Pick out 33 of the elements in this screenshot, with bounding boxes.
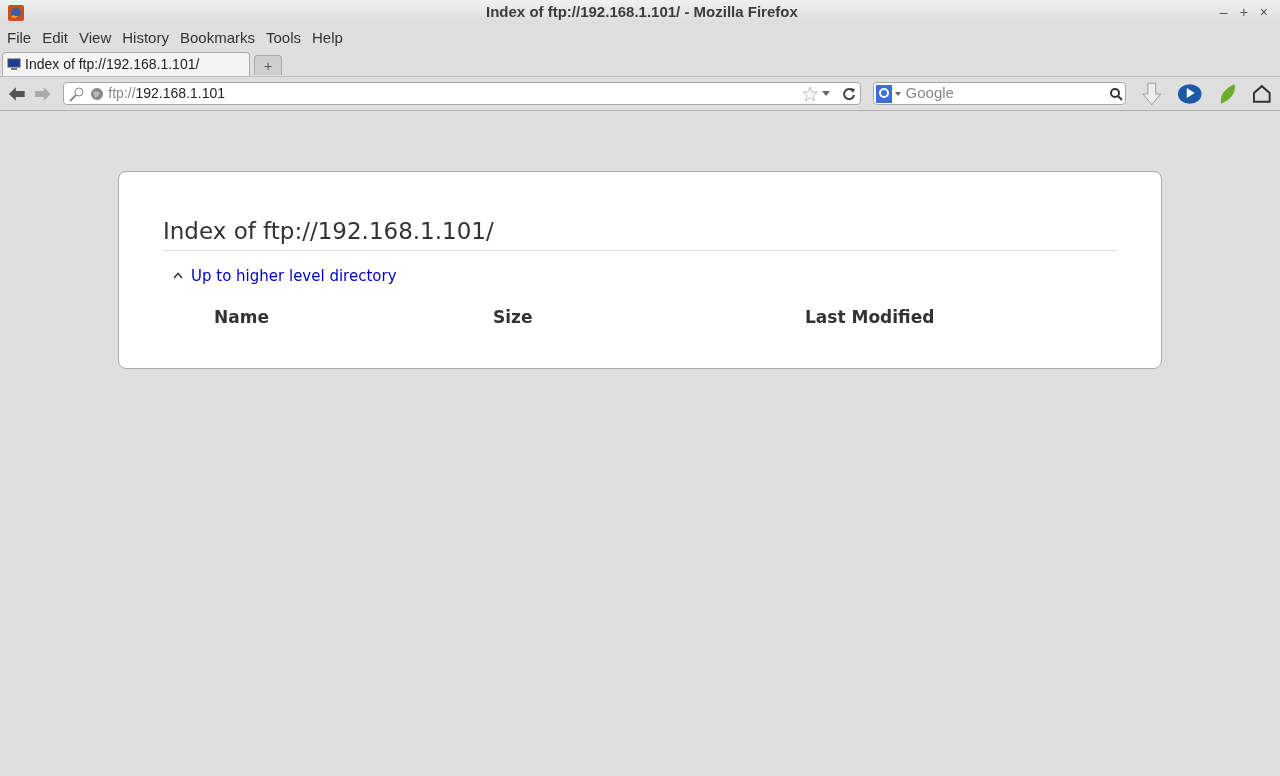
menu-item[interactable]: Tools bbox=[263, 26, 304, 50]
search-box[interactable]: Google bbox=[872, 82, 1126, 105]
back-arrow-icon[interactable] bbox=[8, 85, 26, 102]
search-icon[interactable] bbox=[1108, 86, 1123, 101]
new-tab-button[interactable]: + bbox=[254, 55, 282, 75]
caret-icon bbox=[173, 272, 183, 280]
reload-icon[interactable] bbox=[841, 86, 856, 101]
menu-item[interactable]: Bookmarks bbox=[176, 26, 258, 50]
star-icon[interactable] bbox=[801, 85, 818, 102]
column-header: Size bbox=[493, 306, 534, 329]
search-engine-icon[interactable] bbox=[875, 84, 902, 103]
play-icon[interactable] bbox=[1177, 81, 1203, 106]
menu-item[interactable]: File bbox=[4, 26, 35, 50]
search-field[interactable]: Google bbox=[905, 82, 1105, 105]
window-control[interactable]: + bbox=[1239, 2, 1248, 23]
menu-item[interactable]: Help bbox=[309, 26, 346, 50]
window-control[interactable]: × bbox=[1259, 2, 1268, 23]
up-directory-link[interactable]: Up to higher level directory bbox=[173, 264, 397, 287]
browser-tab[interactable]: Index of ftp://192.168.1.101/ bbox=[2, 52, 250, 76]
menu-item[interactable]: History bbox=[119, 26, 172, 50]
column-header: Last Modified bbox=[805, 306, 935, 329]
menu-item[interactable]: Edit bbox=[39, 26, 72, 50]
browser-logo-icon bbox=[8, 4, 24, 21]
dropdown-icon[interactable] bbox=[821, 90, 830, 97]
window-title: Index of ftp://192.168.1.101/ - Mozilla Firefox bbox=[486, 2, 798, 23]
url-text: ftp://192.168.1.101 bbox=[108, 84, 226, 103]
address-bar[interactable]: ftp://192.168.1.101 bbox=[63, 82, 861, 105]
page-heading: Index of ftp://192.168.1.101/ bbox=[163, 214, 1117, 251]
monitor-icon bbox=[7, 58, 21, 71]
home-icon[interactable] bbox=[1252, 83, 1272, 104]
window-control[interactable]: – bbox=[1219, 2, 1228, 23]
menu-item[interactable]: View bbox=[76, 26, 115, 50]
column-header: Name bbox=[214, 306, 270, 329]
